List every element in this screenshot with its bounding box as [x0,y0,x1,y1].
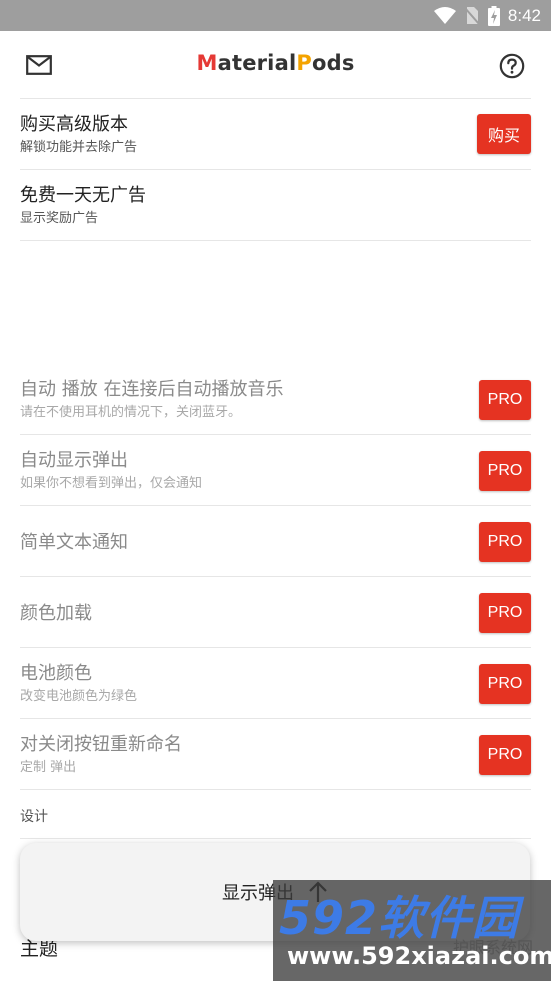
divider [20,169,531,170]
pro-setting-title: 自动显示弹出 [20,450,128,471]
app-title: MaterialPods [0,51,551,75]
app-title-end: ods [311,51,355,75]
help-icon [499,53,525,79]
no-sim-icon [464,7,480,25]
pro-setting-subtitle: 改变电池颜色为绿色 [20,689,138,704]
battery-charging-icon [487,5,500,26]
pro-button[interactable]: PRO [479,593,531,633]
pro-setting-title: 颜色加载 [20,603,92,624]
status-time: 8:42 [507,5,541,25]
divider [20,240,531,241]
divider [20,718,531,719]
pro-setting-title: 对关闭按钮重新命名 [20,734,182,755]
divider [20,647,531,648]
buy-premium-row[interactable]: 购买高级版本 解锁功能并去除广告 [20,114,531,156]
divider [20,505,531,506]
pro-setting-row[interactable]: 自动 播放 在连接后自动播放音乐 请在不使用耳机的情况下，关闭蓝牙。 [20,379,531,421]
watermark-url: www.592xiazai.com [287,942,551,970]
divider [20,838,531,839]
buy-premium-title: 购买高级版本 [20,114,128,135]
buy-button[interactable]: 购买 [477,114,531,154]
pro-button[interactable]: PRO [479,451,531,491]
watermark: 护眼系统网 592软件园 www.592xiazai.com [273,880,551,981]
pro-setting-row[interactable]: 颜色加载 [20,603,531,625]
status-icons: 8:42 [433,0,541,31]
pro-button[interactable]: PRO [479,664,531,704]
app-title-m: M [196,51,218,75]
free-day-subtitle: 显示奖励广告 [20,211,99,226]
pro-setting-title: 电池颜色 [20,663,92,684]
design-section-header: 设计 [20,809,48,825]
free-day-title: 免费一天无广告 [20,185,146,206]
divider [20,576,531,577]
pro-setting-title: 自动 播放 在连接后自动播放音乐 [20,379,284,400]
pro-button[interactable]: PRO [479,735,531,775]
app-title-mid: aterial [217,51,297,75]
pro-button[interactable]: PRO [479,522,531,562]
pro-button[interactable]: PRO [479,380,531,420]
pro-setting-subtitle: 定制 弹出 [20,760,77,775]
buy-premium-subtitle: 解锁功能并去除广告 [20,140,138,155]
divider [20,98,531,99]
status-bar: 8:42 [0,0,551,31]
app-title-p: P [296,51,312,75]
wifi-icon [433,6,456,24]
divider [20,789,531,790]
help-button[interactable] [497,51,527,81]
pro-setting-row[interactable]: 对关闭按钮重新命名 定制 弹出 [20,734,531,776]
pro-setting-row[interactable]: 自动显示弹出 如果你不想看到弹出，仅会通知 [20,450,531,492]
watermark-logo-text: 592软件园 [279,891,520,945]
pro-setting-row[interactable]: 简单文本通知 [20,532,531,554]
pro-setting-subtitle: 请在不使用耳机的情况下，关闭蓝牙。 [20,405,242,420]
pro-setting-title: 简单文本通知 [20,532,128,553]
divider [20,434,531,435]
app-toolbar: MaterialPods [0,31,551,99]
pro-setting-row[interactable]: 电池颜色 改变电池颜色为绿色 [20,663,531,705]
free-day-row[interactable]: 免费一天无广告 显示奖励广告 [20,185,531,227]
pro-setting-subtitle: 如果你不想看到弹出，仅会通知 [20,476,203,491]
